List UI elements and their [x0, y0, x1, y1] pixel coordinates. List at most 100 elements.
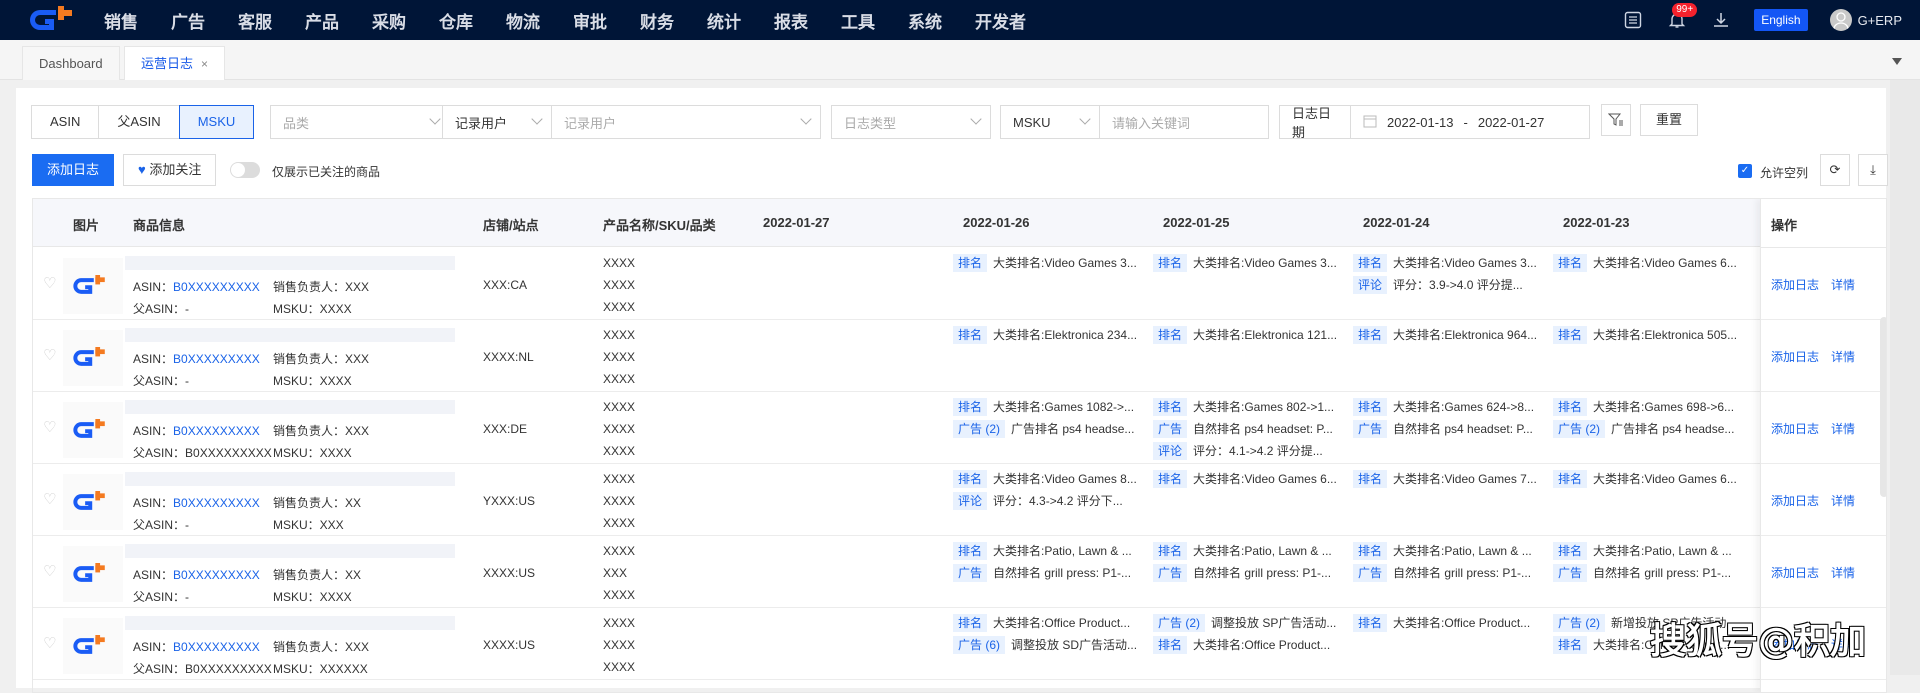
keyword-input[interactable]: 请输入关键词: [1099, 105, 1269, 139]
log-entry[interactable]: 广告 自然排名 grill press: P1-...: [1153, 564, 1331, 582]
keyword-type-select[interactable]: MSKU: [1000, 105, 1100, 139]
logo[interactable]: [30, 6, 80, 34]
log-entry[interactable]: 评论 评分：3.9->4.0 评分提...: [1353, 276, 1523, 294]
allow-empty-checkbox[interactable]: ✓: [1738, 164, 1752, 178]
follow-heart-icon[interactable]: ♡: [43, 490, 56, 508]
language-button[interactable]: English: [1754, 9, 1808, 31]
detail-link[interactable]: 详情: [1831, 350, 1855, 364]
add-log-link[interactable]: 添加日志: [1771, 566, 1819, 580]
add-log-link[interactable]: 添加日志: [1771, 350, 1819, 364]
follow-heart-icon[interactable]: ♡: [43, 418, 56, 436]
segment-parent-asin[interactable]: 父ASIN: [98, 105, 180, 139]
menu-item[interactable]: 开发者: [975, 8, 1026, 33]
recorder-select[interactable]: 记录用户: [551, 105, 821, 139]
log-entry[interactable]: 排名 大类排名:Video Games 6...: [1553, 470, 1737, 488]
log-entry[interactable]: 排名 大类排名:Office Product...: [1353, 614, 1530, 632]
menu-item[interactable]: 产品: [305, 8, 339, 33]
log-entry[interactable]: 广告 自然排名 grill press: P1-...: [1353, 564, 1531, 582]
follow-heart-icon[interactable]: ♡: [43, 562, 56, 580]
log-type-select[interactable]: 日志类型: [831, 105, 991, 139]
log-entry[interactable]: 排名 大类排名:Games 698->6...: [1553, 398, 1734, 416]
task-list-icon[interactable]: [1622, 9, 1644, 31]
add-log-link[interactable]: 添加日志: [1771, 278, 1819, 292]
log-entry[interactable]: 广告 (6) 调整投放 SD广告活动...: [953, 636, 1137, 654]
refresh-button[interactable]: ⟳: [1820, 154, 1850, 186]
log-entry[interactable]: 排名 大类排名:Office Product...: [953, 614, 1130, 632]
menu-item[interactable]: 财务: [640, 8, 674, 33]
log-entry[interactable]: 广告 (2) 调整投放 SP广告活动...: [1153, 614, 1336, 632]
menu-item[interactable]: 统计: [707, 8, 741, 33]
log-entry[interactable]: 排名 大类排名:Elektronica 234...: [953, 326, 1137, 344]
follow-heart-icon[interactable]: ♡: [43, 274, 56, 292]
add-follow-button[interactable]: ♥ 添加关注: [123, 154, 217, 186]
tab-operation-log[interactable]: 运营日志 ×: [124, 46, 226, 80]
advanced-filter-button[interactable]: [1601, 104, 1631, 136]
asin-link[interactable]: B0XXXXXXXXX: [173, 424, 260, 438]
recorder-type-select[interactable]: 记录用户: [442, 105, 552, 139]
menu-item[interactable]: 销售: [104, 8, 138, 33]
log-entry[interactable]: 排名 大类排名:Office Product...: [1153, 636, 1330, 654]
log-entry[interactable]: 排名 大类排名:Video Games 8...: [953, 470, 1137, 488]
menu-item[interactable]: 采购: [372, 8, 406, 33]
category-select[interactable]: 品类: [270, 105, 450, 139]
bell-icon[interactable]: 99+: [1666, 3, 1698, 31]
log-entry[interactable]: 排名 大类排名:Patio, Lawn & ...: [953, 542, 1132, 560]
segment-asin[interactable]: ASIN: [31, 105, 100, 139]
menu-item[interactable]: 仓库: [439, 8, 473, 33]
follow-heart-icon[interactable]: ♡: [43, 346, 56, 364]
log-entry[interactable]: 排名 大类排名:Patio, Lawn & ...: [1153, 542, 1332, 560]
log-entry[interactable]: 排名 大类排名:Video Games 6...: [1153, 470, 1337, 488]
asin-link[interactable]: B0XXXXXXXXX: [173, 280, 260, 294]
asin-link[interactable]: B0XXXXXXXXX: [173, 496, 260, 510]
log-entry[interactable]: 广告 自然排名 ps4 headset: P...: [1153, 420, 1333, 438]
date-range-picker[interactable]: 2022-01-13 - 2022-01-27: [1350, 105, 1590, 139]
add-log-link[interactable]: 添加日志: [1771, 422, 1819, 436]
log-entry[interactable]: 排名 大类排名:Patio, Lawn & ...: [1553, 542, 1732, 560]
tab-dashboard[interactable]: Dashboard: [22, 46, 120, 80]
download-icon[interactable]: [1710, 9, 1732, 31]
reset-button[interactable]: 重置: [1640, 104, 1698, 136]
export-button[interactable]: ⤓: [1858, 154, 1888, 186]
detail-link[interactable]: 详情: [1831, 494, 1855, 508]
log-entry[interactable]: 评论 评分：4.1->4.2 评分提...: [1153, 442, 1323, 460]
segment-msku[interactable]: MSKU: [178, 105, 255, 139]
log-entry[interactable]: 排名 大类排名:Video Games 7...: [1353, 470, 1537, 488]
asin-link[interactable]: B0XXXXXXXXX: [173, 568, 260, 582]
follow-heart-icon[interactable]: ♡: [43, 634, 56, 652]
menu-item[interactable]: 物流: [506, 8, 540, 33]
only-followed-toggle[interactable]: [230, 162, 260, 178]
log-entry[interactable]: 排名 大类排名:Video Games 3...: [1153, 254, 1337, 272]
log-entry[interactable]: 排名 大类排名:Games 1082->...: [953, 398, 1134, 416]
menu-item[interactable]: 客服: [238, 8, 272, 33]
add-log-button[interactable]: 添加日志: [32, 154, 115, 186]
log-entry[interactable]: 评论 评分：4.3->4.2 评分下...: [953, 492, 1123, 510]
log-entry[interactable]: 排名 大类排名:Games 802->1...: [1153, 398, 1334, 416]
menu-item[interactable]: 审批: [573, 8, 607, 33]
log-entry[interactable]: 广告 自然排名 grill press: P1-...: [1553, 564, 1731, 582]
user-menu[interactable]: G+ERP: [1829, 9, 1902, 31]
add-log-link[interactable]: 添加日志: [1771, 494, 1819, 508]
detail-link[interactable]: 详情: [1831, 566, 1855, 580]
menu-item[interactable]: 报表: [774, 8, 808, 33]
log-entry[interactable]: 排名 大类排名:Elektronica 121...: [1153, 326, 1337, 344]
close-icon[interactable]: ×: [201, 57, 208, 71]
log-entry[interactable]: 广告 自然排名 grill press: P1-...: [953, 564, 1131, 582]
log-entry[interactable]: 排名 大类排名:Patio, Lawn & ...: [1353, 542, 1532, 560]
asin-link[interactable]: B0XXXXXXXXX: [173, 352, 260, 366]
log-entry[interactable]: 广告 (2) 广告排名 ps4 headse...: [1553, 420, 1734, 438]
log-entry[interactable]: 排名 大类排名:Games 624->8...: [1353, 398, 1534, 416]
log-entry[interactable]: 排名 大类排名:Elektronica 505...: [1553, 326, 1737, 344]
log-entry[interactable]: 广告 自然排名 ps4 headset: P...: [1353, 420, 1533, 438]
log-entry[interactable]: 排名 大类排名:Video Games 6...: [1553, 254, 1737, 272]
menu-item[interactable]: 工具: [841, 8, 875, 33]
asin-link[interactable]: B0XXXXXXXXX: [173, 640, 260, 654]
menu-item[interactable]: 系统: [908, 8, 942, 33]
detail-link[interactable]: 详情: [1831, 278, 1855, 292]
log-entry[interactable]: 广告 (2) 广告排名 ps4 headse...: [953, 420, 1134, 438]
detail-link[interactable]: 详情: [1831, 422, 1855, 436]
log-entry[interactable]: 排名 大类排名:Elektronica 964...: [1353, 326, 1537, 344]
log-entry[interactable]: 排名 大类排名:Video Games 3...: [1353, 254, 1537, 272]
tab-dropdown-icon[interactable]: [1892, 58, 1902, 65]
menu-item[interactable]: 广告: [171, 8, 205, 33]
log-entry[interactable]: 排名 大类排名:Video Games 3...: [953, 254, 1137, 272]
